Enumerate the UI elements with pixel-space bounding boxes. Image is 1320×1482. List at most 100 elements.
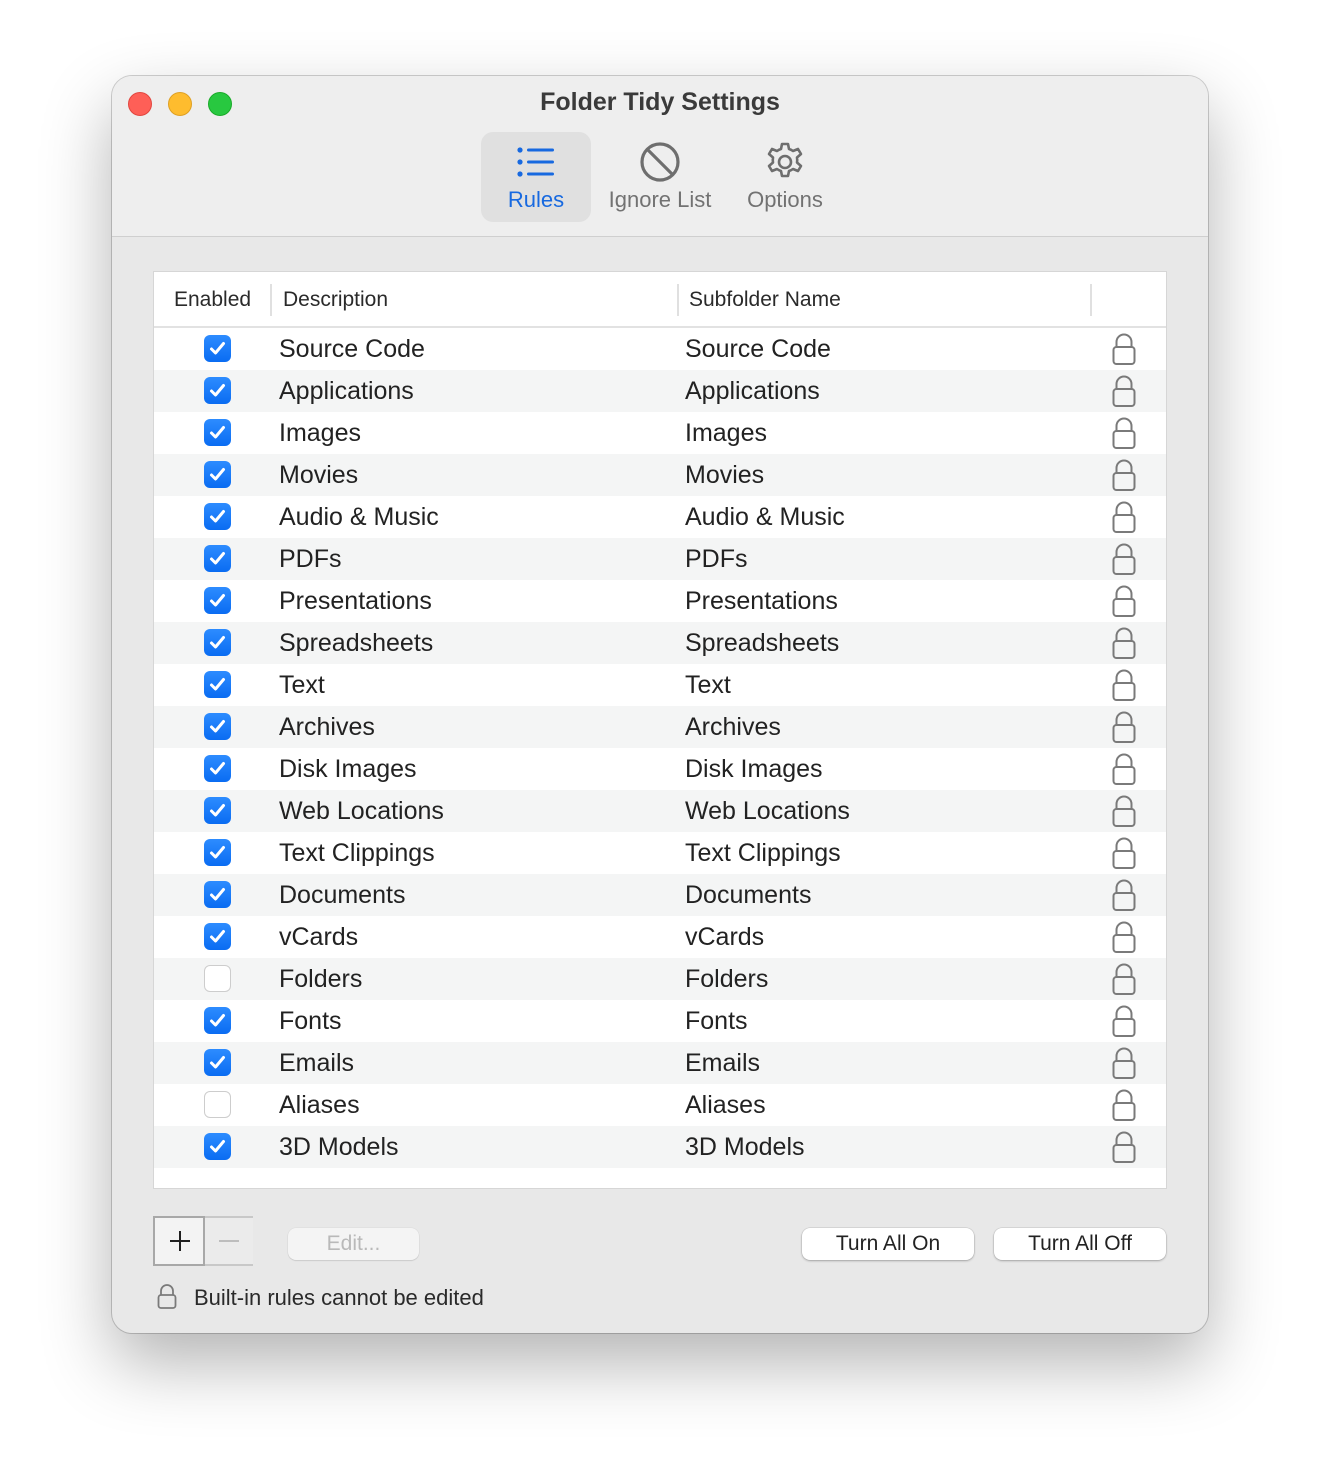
checkmark-icon	[210, 636, 225, 649]
table-row[interactable]: Text Clippings Text Clippings	[154, 832, 1166, 874]
edit-rule-button[interactable]: Edit...	[288, 1228, 419, 1260]
checkmark-icon	[210, 720, 225, 733]
table-row[interactable]: Fonts Fonts	[154, 1000, 1166, 1042]
table-row[interactable]: Presentations Presentations	[154, 580, 1166, 622]
table-row[interactable]: PDFs PDFs	[154, 538, 1166, 580]
table-row[interactable]: Text Text	[154, 664, 1166, 706]
checkmark-icon	[210, 930, 225, 943]
enabled-checkbox[interactable]	[204, 377, 231, 404]
column-header-enabled[interactable]: Enabled	[174, 288, 251, 312]
tab-options[interactable]: Options	[730, 132, 840, 222]
lock-icon	[1112, 669, 1136, 701]
enabled-checkbox[interactable]	[204, 713, 231, 740]
enabled-checkbox[interactable]	[204, 587, 231, 614]
table-body: Source Code Source Code Applications Applic…	[154, 328, 1166, 1168]
rule-description: Folders	[279, 965, 363, 993]
rule-description: Presentations	[279, 587, 432, 615]
table-row[interactable]: Archives Archives	[154, 706, 1166, 748]
checkmark-icon	[210, 342, 225, 355]
rule-description: 3D Models	[279, 1133, 399, 1161]
checkmark-icon	[210, 1056, 225, 1069]
rule-description: Applications	[279, 377, 414, 405]
rule-description: Web Locations	[279, 797, 444, 825]
window-title: Folder Tidy Settings	[540, 88, 780, 116]
table-row[interactable]: Emails Emails	[154, 1042, 1166, 1084]
tab-rules[interactable]: Rules	[481, 132, 591, 222]
table-row[interactable]: Spreadsheets Spreadsheets	[154, 622, 1166, 664]
table-row[interactable]: Images Images	[154, 412, 1166, 454]
rule-description: Images	[279, 419, 361, 447]
lock-icon	[1112, 627, 1136, 659]
remove-rule-button[interactable]	[205, 1218, 253, 1264]
table-row[interactable]: Source Code Source Code	[154, 328, 1166, 370]
enabled-checkbox[interactable]	[204, 755, 231, 782]
rule-subfolder-name: Disk Images	[685, 755, 823, 783]
turn-all-on-button[interactable]: Turn All On	[802, 1228, 974, 1260]
table-row[interactable]: Documents Documents	[154, 874, 1166, 916]
lock-icon	[1112, 417, 1136, 449]
add-remove-segmented-control	[153, 1216, 253, 1266]
enabled-checkbox[interactable]	[204, 503, 231, 530]
checkmark-icon	[210, 846, 225, 859]
checkmark-icon	[210, 468, 225, 481]
table-row[interactable]: Applications Applications	[154, 370, 1166, 412]
column-header-subfolder-name[interactable]: Subfolder Name	[689, 288, 841, 312]
table-row[interactable]: Movies Movies	[154, 454, 1166, 496]
enabled-checkbox[interactable]	[204, 461, 231, 488]
titlebar-toolbar: Folder Tidy Settings Rules Ignore List O…	[112, 76, 1208, 237]
enabled-checkbox[interactable]	[204, 965, 231, 992]
column-divider[interactable]	[1090, 284, 1092, 316]
table-row[interactable]: Aliases Aliases	[154, 1084, 1166, 1126]
enabled-checkbox[interactable]	[204, 1133, 231, 1160]
rule-description: Documents	[279, 881, 406, 909]
enabled-checkbox[interactable]	[204, 629, 231, 656]
enabled-checkbox[interactable]	[204, 1091, 231, 1118]
gear-icon	[767, 142, 803, 178]
rule-subfolder-name: Folders	[685, 965, 769, 993]
rule-subfolder-name: PDFs	[685, 545, 748, 573]
lock-icon	[1112, 963, 1136, 995]
table-row[interactable]: Folders Folders	[154, 958, 1166, 1000]
rule-description: Emails	[279, 1049, 355, 1077]
enabled-checkbox[interactable]	[204, 419, 231, 446]
rule-description: vCards	[279, 923, 359, 951]
enabled-checkbox[interactable]	[204, 1007, 231, 1034]
enabled-checkbox[interactable]	[204, 839, 231, 866]
table-row[interactable]: Disk Images Disk Images	[154, 748, 1166, 790]
built-in-rules-note: Built-in rules cannot be edited	[194, 1285, 484, 1310]
checkmark-icon	[210, 594, 225, 607]
lock-icon	[1112, 753, 1136, 785]
enabled-checkbox[interactable]	[204, 335, 231, 362]
rule-subfolder-name: Source Code	[685, 335, 831, 363]
rule-description: Archives	[279, 713, 375, 741]
table-row[interactable]: vCards vCards	[154, 916, 1166, 958]
add-rule-button[interactable]	[153, 1216, 205, 1266]
enabled-checkbox[interactable]	[204, 1049, 231, 1076]
column-divider[interactable]	[270, 284, 272, 316]
rule-subfolder-name: Fonts	[685, 1007, 748, 1035]
enabled-checkbox[interactable]	[204, 671, 231, 698]
lock-icon	[1112, 795, 1136, 827]
enabled-checkbox[interactable]	[204, 545, 231, 572]
table-row[interactable]: Web Locations Web Locations	[154, 790, 1166, 832]
enabled-checkbox[interactable]	[204, 797, 231, 824]
enabled-checkbox[interactable]	[204, 881, 231, 908]
table-row[interactable]: Audio & Music Audio & Music	[154, 496, 1166, 538]
lock-icon	[1112, 837, 1136, 869]
settings-window: Folder Tidy Settings Rules Ignore List O…	[112, 76, 1208, 1333]
tab-ignore-list[interactable]: Ignore List	[600, 132, 720, 222]
table-header: Enabled Description Subfolder Name	[154, 272, 1166, 328]
rule-subfolder-name: Web Locations	[685, 797, 850, 825]
rule-description: Fonts	[279, 1007, 342, 1035]
enabled-checkbox[interactable]	[204, 923, 231, 950]
rule-subfolder-name: vCards	[685, 923, 765, 951]
lock-icon	[1112, 879, 1136, 911]
checkmark-icon	[210, 1140, 225, 1153]
column-header-description[interactable]: Description	[283, 288, 388, 312]
turn-all-off-button[interactable]: Turn All Off	[994, 1228, 1166, 1260]
rule-description: PDFs	[279, 545, 342, 573]
table-row[interactable]: 3D Models 3D Models	[154, 1126, 1166, 1168]
column-divider[interactable]	[677, 284, 679, 316]
lock-icon	[1112, 585, 1136, 617]
rule-subfolder-name: 3D Models	[685, 1133, 805, 1161]
